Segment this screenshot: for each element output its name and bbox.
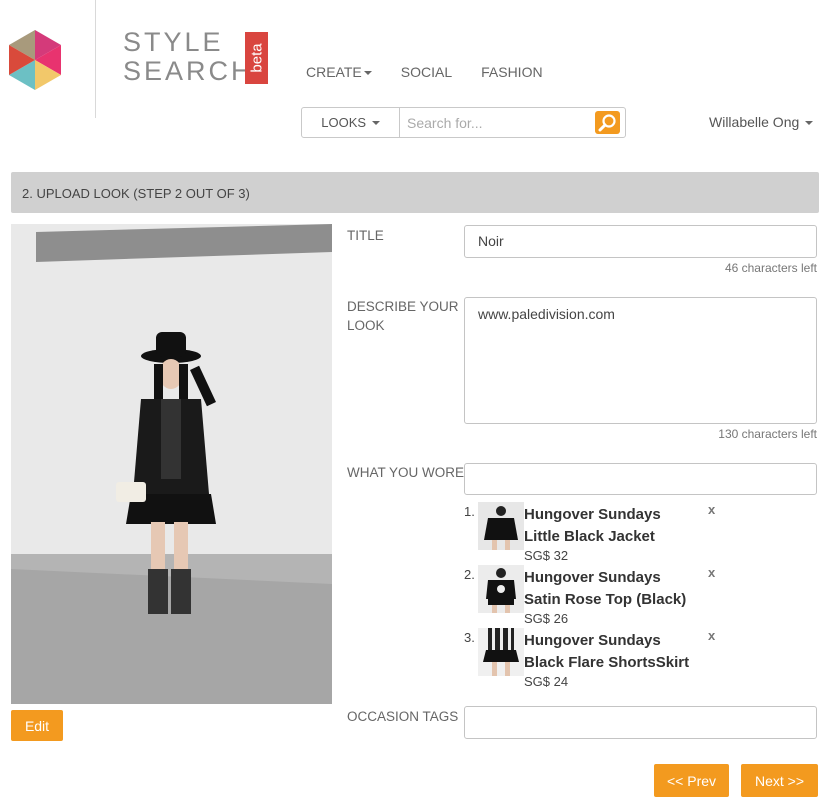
edit-photo-button[interactable]: Edit	[11, 710, 63, 741]
list-item: 1. Hungover Sundays Little Black Jacket S…	[464, 502, 764, 564]
step-header: 2. UPLOAD LOOK (STEP 2 OUT OF 3)	[11, 172, 819, 213]
wore-label: WHAT YOU WORE	[347, 465, 465, 480]
describe-counter: 130 characters left	[718, 427, 817, 441]
remove-item-button[interactable]: x	[708, 628, 715, 643]
describe-label-line-1: DESCRIBE YOUR	[347, 299, 459, 314]
item-thumbnail	[478, 502, 524, 550]
beta-badge: beta	[245, 32, 268, 84]
item-number: 2.	[464, 567, 475, 582]
chevron-down-icon	[363, 71, 372, 76]
item-name-line-2: Satin Rose Top (Black)	[524, 591, 687, 608]
look-photo	[11, 224, 332, 704]
nav-create[interactable]: CREATE	[306, 64, 372, 80]
occasion-tags-input[interactable]	[464, 706, 817, 739]
nav-fashion[interactable]: FASHION	[481, 64, 542, 80]
describe-label-line-2: LOOK	[347, 318, 385, 333]
search-icon	[598, 114, 616, 132]
item-number: 1.	[464, 504, 475, 519]
item-name-line-1: Hungover Sundays	[524, 632, 661, 649]
describe-label: DESCRIBE YOUR LOOK	[347, 297, 459, 335]
prev-button[interactable]: << Prev	[654, 764, 729, 797]
search-bar: LOOKS	[301, 107, 626, 138]
stylesearch-logo-icon	[9, 30, 61, 90]
chevron-down-icon	[371, 120, 380, 125]
item-name-line-1: Hungover Sundays	[524, 506, 661, 523]
title-counter: 46 characters left	[724, 261, 817, 275]
item-name[interactable]: Hungover Sundays Black Flare ShortsSkirt	[524, 630, 714, 674]
brand-line-2: SEARCH	[123, 56, 254, 86]
describe-textarea[interactable]: www.paledivision.com	[464, 297, 817, 424]
item-price: SG$ 32	[524, 548, 569, 563]
title-label: TITLE	[347, 228, 384, 243]
beta-badge-label: beta	[248, 43, 265, 73]
brand-line-1: STYLE	[123, 27, 224, 57]
user-menu[interactable]: Willabelle Ong	[709, 114, 814, 130]
brand-wordmark[interactable]: STYLE SEARCH	[123, 28, 254, 86]
item-name-line-2: Little Black Jacket	[524, 528, 655, 545]
look-photo-image	[11, 224, 332, 704]
item-thumbnail	[478, 565, 524, 613]
item-name-line-2: Black Flare ShortsSkirt	[524, 654, 690, 671]
nav-create-label: CREATE	[306, 64, 362, 80]
item-price: SG$ 26	[524, 611, 569, 626]
search-category-label: LOOKS	[321, 115, 367, 130]
nav-social[interactable]: SOCIAL	[401, 64, 452, 80]
remove-item-button[interactable]: x	[708, 565, 715, 580]
list-item: 2. Hungover Sundays Satin Rose Top (Black…	[464, 565, 764, 627]
header-divider	[95, 0, 96, 118]
item-price: SG$ 24	[524, 674, 569, 689]
item-thumbnail	[478, 628, 524, 676]
main-nav: CREATE SOCIAL FASHION	[306, 64, 572, 80]
occasion-label: OCCASION TAGS	[347, 709, 459, 724]
wore-input[interactable]	[464, 463, 817, 495]
title-field[interactable]: Noir	[464, 225, 817, 258]
remove-item-button[interactable]: x	[708, 502, 715, 517]
search-input[interactable]	[400, 108, 625, 137]
item-name-line-1: Hungover Sundays	[524, 569, 661, 586]
search-category-dropdown[interactable]: LOOKS	[302, 108, 400, 137]
search-button[interactable]	[595, 111, 620, 134]
list-item: 3. Hungover Sundays Black Flare ShortsSki…	[464, 628, 764, 690]
next-button[interactable]: Next >>	[741, 764, 818, 797]
item-number: 3.	[464, 630, 475, 645]
chevron-down-icon	[805, 121, 814, 126]
item-name[interactable]: Hungover Sundays Satin Rose Top (Black)	[524, 567, 714, 611]
user-name: Willabelle Ong	[709, 114, 800, 130]
item-name[interactable]: Hungover Sundays Little Black Jacket	[524, 504, 714, 548]
